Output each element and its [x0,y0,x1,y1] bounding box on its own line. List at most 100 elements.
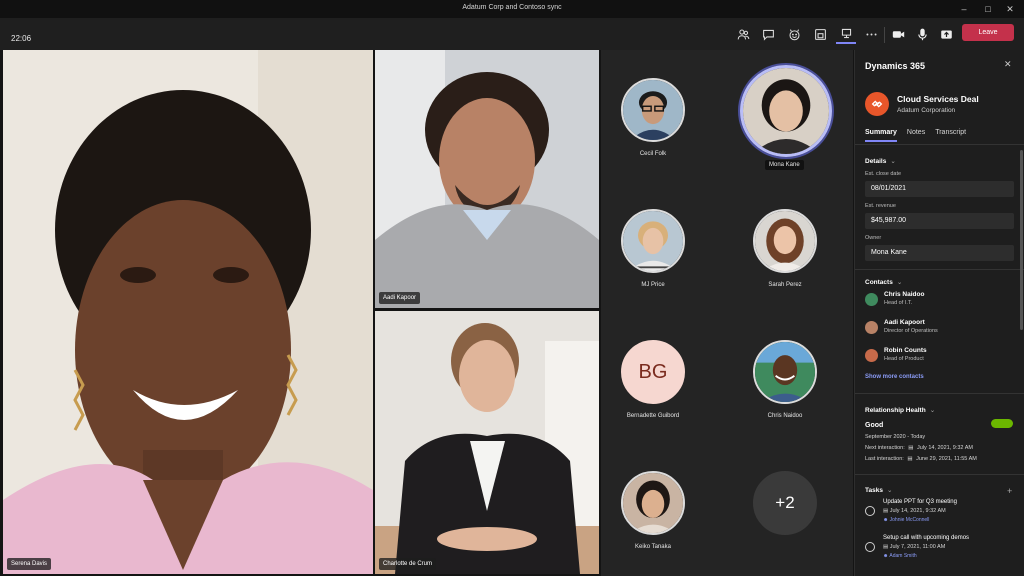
camera-icon[interactable] [888,24,908,44]
participant-gallery: Cecil Folk Mona Kane MJ Price Sarah Pere… [601,50,853,576]
task-checkbox[interactable] [865,506,875,516]
contact-name: Aadi Kapoort [884,319,925,326]
panel-scrollbar[interactable] [1020,150,1023,330]
close-date-label: Est. close date [865,171,902,177]
avatar-bernadette-guibord[interactable]: BG [621,340,685,404]
owner-field[interactable]: Mona Kane [865,245,1014,261]
contact-item[interactable]: Robin Counts Head of Product [865,347,927,362]
panel-title: Dynamics 365 [865,61,926,71]
participant-video [375,311,599,574]
participant-name: Cecil Folk [639,151,667,157]
health-period: September 2020 - Today [865,434,926,440]
close-window-icon[interactable]: ✕ [998,1,1022,17]
minimize-icon[interactable]: – [952,1,976,17]
task-date: ▤ July 14, 2021, 9:32 AM [883,508,946,514]
avatar [865,321,878,334]
avatar-initials: BG [638,360,668,383]
participant-video [3,50,373,574]
participant-name-tag: Aadi Kapoor [379,292,421,304]
video-tile-charlotte-de-crum[interactable]: Charlotte de Crum [375,311,599,574]
reactions-icon[interactable] [784,24,804,44]
health-trend-icon [991,419,1013,428]
microphone-icon[interactable] [912,24,932,44]
leave-button[interactable]: Leave [962,24,1014,41]
rooms-icon[interactable] [810,24,830,44]
person-icon: ☻ [883,517,889,523]
deal-title[interactable]: Cloud Services Deal [897,94,979,104]
next-interaction: Next interaction: ▤ July 14, 2021, 9:32 … [865,445,973,451]
apps-icon[interactable] [836,24,856,44]
deal-company: Adatum Corporation [897,107,956,114]
task-owner[interactable]: ☻ Johnie McConnell [883,517,957,523]
tasks-heading[interactable]: Tasks ⌄ [865,486,892,494]
chevron-down-icon: ⌄ [929,407,936,414]
tab-summary[interactable]: Summary [865,129,897,142]
more-participants-button[interactable]: +2 [753,471,817,535]
participant-video [375,50,599,308]
task-checkbox[interactable] [865,542,875,552]
revenue-field[interactable]: $45,987.00 [865,213,1014,229]
revenue-label: Est. revenue [865,203,896,209]
deal-icon [865,92,889,116]
last-interaction: Last interaction: ▤ June 29, 2021, 11:55… [865,456,977,462]
task-title: Update PPT for Q3 meeting [883,499,957,505]
participant-name: Sarah Perez [768,282,802,288]
close-date-field[interactable]: 08/01/2021 [865,181,1014,197]
window-title: Adatum Corp and Contoso sync [462,4,562,11]
toolbar-divider [884,27,885,43]
avatar [865,349,878,362]
calendar-icon: ▤ [883,508,889,514]
close-panel-icon[interactable]: ✕ [1004,59,1012,70]
contact-role: Head of Product [884,356,924,362]
avatar-sarah-perez[interactable] [753,209,817,273]
more-options-icon[interactable] [861,24,881,44]
tab-notes[interactable]: Notes [907,129,925,142]
chevron-down-icon: ⌄ [890,158,896,165]
section-divider [855,393,1024,394]
participant-name: MJ Price [641,282,665,288]
relationship-health-heading[interactable]: Relationship Health ⌄ [865,406,935,414]
details-heading[interactable]: Details ⌄ [865,157,896,165]
task-owner[interactable]: ☻ Adam Smith [883,553,969,559]
participant-name: Mona Kane [765,160,804,170]
avatar-cecil-folk[interactable] [621,78,685,142]
avatar-keiko-tanaka[interactable] [621,471,685,535]
dynamics-side-panel: Dynamics 365 ✕ Cloud Services Deal Adatu… [854,50,1024,576]
people-icon[interactable] [733,24,753,44]
calendar-icon: ▤ [908,445,914,451]
task-item[interactable]: Update PPT for Q3 meeting ▤ July 14, 202… [865,499,957,523]
contact-role: Head of I.T. [884,300,913,306]
contact-role: Director of Operations [884,328,938,334]
share-screen-icon[interactable] [936,24,956,44]
chat-icon[interactable] [758,24,778,44]
avatar-chris-naidoo[interactable] [753,340,817,404]
task-title: Setup call with upcoming demos [883,535,970,541]
panel-tabs: Summary Notes Transcript [865,129,966,142]
calendar-icon: ▤ [907,456,913,462]
meeting-timer: 22:06 [11,34,32,43]
contact-name: Robin Counts [884,347,927,354]
video-tile-serena-davis[interactable]: Serena Davis [3,50,373,574]
maximize-icon[interactable]: □ [976,1,1000,17]
tab-transcript[interactable]: Transcript [935,129,966,142]
health-status: Good [865,422,884,429]
section-divider [855,269,1024,270]
contacts-heading[interactable]: Contacts ⌄ [865,278,902,286]
calendar-icon: ▤ [883,544,889,550]
meeting-toolbar: 22:06 [0,18,1024,50]
avatar-mona-kane[interactable] [740,65,832,157]
contact-item[interactable]: Aadi Kapoort Director of Operations [865,319,938,334]
contact-name: Chris Naidoo [884,291,925,298]
section-divider [855,474,1024,475]
task-item[interactable]: Setup call with upcoming demos ▤ July 7,… [865,535,969,559]
contact-item[interactable]: Chris Naidoo Head of I.T. [865,291,924,306]
owner-label: Owner [865,235,882,241]
add-task-icon[interactable]: + [1007,486,1012,496]
title-bar: Adatum Corp and Contoso sync – □ ✕ [0,0,1024,18]
overflow-count: +2 [775,493,795,512]
show-more-contacts-link[interactable]: Show more contacts [865,374,924,380]
avatar-mj-price[interactable] [621,209,685,273]
avatar [865,293,878,306]
video-tile-aadi-kapoor[interactable]: Aadi Kapoor [375,50,599,308]
tab-divider [855,144,1024,145]
